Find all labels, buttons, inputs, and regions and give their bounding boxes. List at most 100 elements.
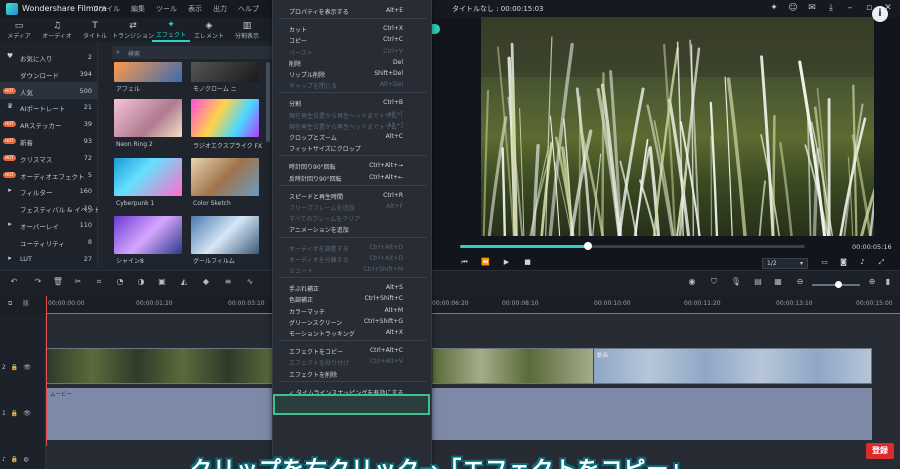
sidebar-item[interactable]: HOT クリスマス 72	[0, 149, 98, 166]
lock-icon[interactable]: 🔒	[11, 456, 18, 463]
tracks-icon[interactable]: ▦	[772, 277, 784, 286]
audio-wave-icon[interactable]: ∿	[244, 277, 256, 286]
sidebar-item[interactable]: ♥ お気に入り 2	[0, 48, 98, 65]
menu-item[interactable]: ギャップを閉じる Alt+Del	[273, 78, 433, 91]
microphone-icon[interactable]: 🎙	[730, 277, 742, 286]
crop-icon[interactable]: ⌗	[93, 277, 105, 287]
minimize-icon[interactable]: –	[844, 2, 856, 14]
effect-thumb[interactable]	[114, 99, 182, 137]
fullscreen-icon[interactable]: ⤢	[877, 258, 886, 267]
tab-elements[interactable]: ◈ エレメント	[190, 18, 228, 42]
sidebar-item[interactable]: HOT ARステッカー 39	[0, 115, 98, 132]
menu-item[interactable]: ミュート Ctrl+Shift+M	[273, 263, 433, 276]
mail-icon[interactable]: ✉	[806, 2, 818, 14]
ruler-tick: 00:00:06:20	[432, 300, 469, 307]
playhead[interactable]	[46, 296, 47, 446]
speaker-icon[interactable]: ♪	[2, 456, 6, 463]
voiceover-icon[interactable]: ▤	[752, 277, 764, 286]
volume-icon[interactable]: ♪	[858, 258, 867, 267]
effect-thumb[interactable]	[191, 62, 259, 82]
stop-icon[interactable]: ■	[523, 258, 532, 267]
speed-icon[interactable]: ◔	[114, 277, 126, 286]
color-icon[interactable]: ◑	[135, 277, 147, 286]
render-icon[interactable]: ◉	[686, 277, 698, 286]
sidebar-item[interactable]: HOT オーディオエフェクト 5	[0, 166, 98, 183]
sidebar-item[interactable]: ♛ AIポートレート 21	[0, 98, 98, 115]
eye-icon[interactable]: 👁	[23, 364, 31, 371]
sidebar-item[interactable]: フェスティバル & イベント 10	[0, 199, 100, 216]
menu-export[interactable]: 出力	[213, 4, 227, 14]
zoom-in-icon[interactable]: ⊕	[866, 277, 878, 286]
delete-icon[interactable]: 🗑	[52, 277, 64, 286]
effect-thumb[interactable]	[114, 62, 182, 82]
video-clip[interactable]: 動画	[46, 348, 872, 384]
menu-item[interactable]: フィットサイズにクロップ	[273, 141, 433, 154]
effect-thumb[interactable]	[191, 158, 259, 196]
shield-icon[interactable]: ⛉	[708, 277, 720, 287]
eye-icon[interactable]: 👁	[23, 410, 31, 417]
download-icon[interactable]: ⤓	[825, 2, 837, 14]
snap-icon[interactable]: ⧉	[8, 300, 12, 308]
effect-label: シャイン8	[116, 258, 144, 265]
step-back-icon[interactable]: ⏪	[481, 258, 490, 267]
menu-item[interactable]: エフェクトを削除	[273, 367, 433, 380]
sidebar-item[interactable]: ダウンロード 394	[0, 65, 98, 82]
panel-toggle-icon[interactable]: ▮	[882, 277, 894, 286]
sidebar-item[interactable]: HOT 人気 500	[0, 81, 98, 99]
sidebar-item[interactable]: ユーティリティ 8	[0, 233, 98, 250]
timeline-ruler[interactable]: ⧉ ⛓ 00:00:00:00 00:00:01:20 00:00:03:10 …	[0, 296, 900, 314]
effect-thumb[interactable]	[114, 158, 182, 196]
preview-zoom-select[interactable]: 1/2 ▾	[762, 258, 808, 269]
previous-frame-icon[interactable]: ⏮	[460, 258, 469, 267]
tab-title[interactable]: T タイトル	[76, 18, 114, 42]
effects-scrollbar[interactable]	[266, 62, 270, 142]
redo-icon[interactable]: ↷	[32, 277, 44, 286]
tab-split-screen[interactable]: ▥ 分割表示	[228, 18, 266, 42]
effect-thumb[interactable]	[191, 99, 259, 137]
search-input[interactable]: ⌕ 検索	[112, 46, 272, 59]
menu-item[interactable]: プロパティを表示する Alt+E	[273, 4, 433, 17]
menu-item-shortcut: Ctrl+Alt+V	[370, 358, 403, 366]
mute-icon[interactable]: ◍	[23, 456, 28, 463]
tab-audio[interactable]: ♫ オーディオ	[38, 18, 76, 42]
tab-effects[interactable]: ✦ エフェクト	[152, 18, 190, 42]
marker-icon[interactable]: ◭	[178, 277, 190, 286]
menu-tools[interactable]: ツール	[156, 4, 177, 14]
lock-icon[interactable]: 🔒	[11, 410, 18, 417]
monitor-icon[interactable]: ▭	[820, 258, 829, 267]
audio-track-controls: ♪ 🔒 ◍	[2, 456, 29, 463]
play-icon[interactable]: ▶	[502, 258, 511, 267]
zoom-out-icon[interactable]: ⊖	[794, 277, 806, 286]
sidebar-item[interactable]: ▸ LUT 27	[0, 250, 98, 267]
subscribe-badge[interactable]: 登録	[866, 443, 894, 459]
tab-transition[interactable]: ⇄ トランジション	[112, 18, 154, 42]
effect-thumb[interactable]	[191, 216, 259, 254]
menu-item[interactable]: アニメーションを追加	[273, 222, 433, 235]
tab-media[interactable]: ▭ メディア	[0, 18, 38, 42]
sidebar-item[interactable]: HOT 新着 93	[0, 132, 98, 149]
account-icon[interactable]: ☺	[787, 2, 799, 14]
menu-file[interactable]: ファイル	[92, 4, 120, 14]
menu-view[interactable]: 表示	[188, 4, 202, 14]
menu-help[interactable]: ヘルプ	[238, 4, 259, 14]
keyframe-icon[interactable]: ◆	[200, 277, 212, 286]
menu-item[interactable]: モーショントラッキング Alt+X	[273, 326, 433, 339]
menu-item-shortcut: Ctrl+Alt+D	[369, 243, 403, 251]
info-icon[interactable]: i	[872, 6, 888, 22]
sidebar-item[interactable]: ▸ フィルター 160	[0, 182, 98, 199]
title-clip[interactable]: ムービー	[46, 388, 872, 440]
playback-scrubber-handle[interactable]	[583, 242, 592, 250]
adjust-icon[interactable]: ≡	[222, 277, 234, 286]
cut-icon[interactable]: ✂	[72, 277, 84, 286]
sidebar-item[interactable]: ▸ オーバーレイ 110	[0, 216, 98, 233]
menu-item[interactable]: 反時計回り90°回転 Ctrl+Alt+←	[273, 171, 433, 184]
frame-icon[interactable]: ▣	[156, 277, 168, 286]
menu-edit[interactable]: 編集	[131, 4, 145, 14]
timeline-zoom-handle[interactable]	[835, 281, 842, 288]
lock-icon[interactable]: 🔒	[11, 364, 18, 371]
link-icon[interactable]: ⛓	[22, 300, 30, 307]
snapshot-icon[interactable]: ◙	[839, 258, 848, 267]
effect-thumb[interactable]	[114, 216, 182, 254]
bulb-icon[interactable]: ✦	[768, 2, 780, 14]
undo-icon[interactable]: ↶	[8, 277, 20, 286]
